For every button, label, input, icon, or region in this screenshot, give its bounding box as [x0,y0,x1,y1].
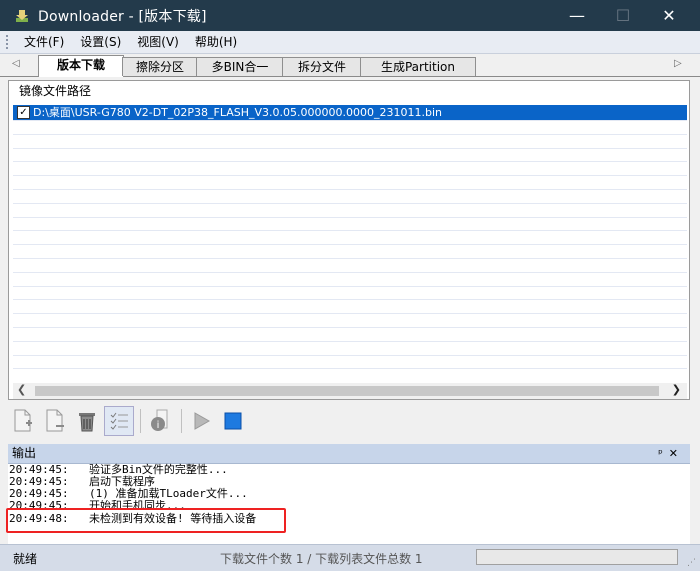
maximize-button[interactable]: ☐ [600,0,646,31]
status-file-count: 下载文件个数 1 / 下载列表文件总数 1 [220,552,423,566]
scroll-right-icon[interactable]: ❯ [672,383,681,396]
output-header: 输出 ᵖ✕ [8,444,690,464]
tab-scroll-left-icon[interactable]: ◁ [12,58,20,69]
empty-row [13,121,687,135]
start-icon [194,412,211,430]
status-progress-bar [476,549,678,565]
empty-row [13,176,687,190]
output-close-icon[interactable]: ✕ [669,447,684,460]
maximize-icon: ☐ [615,6,631,25]
menu-file[interactable]: 文件(F) [16,31,72,53]
empty-row [13,273,687,287]
status-ready: 就绪 [13,552,38,566]
empty-row [13,300,687,315]
close-icon: ✕ [662,6,676,25]
svg-text:i: i [157,420,160,431]
toolbar: i [8,403,690,439]
highlight-annotation-box [6,508,286,533]
add-file-icon [14,409,32,432]
file-row[interactable]: ✓ D:\桌面\USR-G780 V2-DT_02P38_FLASH_V3.0.… [13,105,687,121]
tab-scroll-right-icon[interactable]: ▷ [674,58,682,69]
log-line: 20:49:45: (1) 准备加载TLoader文件... [9,487,248,500]
empty-row [13,149,687,163]
delete-button[interactable] [72,406,102,436]
file-path: D:\桌面\USR-G780 V2-DT_02P38_FLASH_V3.0.05… [33,106,442,119]
empty-row [13,314,687,328]
file-list: ✓ D:\桌面\USR-G780 V2-DT_02P38_FLASH_V3.0.… [13,105,687,375]
close-button[interactable]: ✕ [646,0,692,31]
tab-erase-partition[interactable]: 擦除分区 [122,57,198,76]
minimize-icon: — [569,6,585,25]
scrollbar-thumb[interactable] [35,386,659,396]
horizontal-scrollbar[interactable]: ❮ ❯ [13,383,687,399]
output-title: 输出 [12,446,37,460]
empty-row [13,231,687,246]
empty-row [13,135,687,149]
file-list-panel: 镜像文件路径 ✓ D:\桌面\USR-G780 V2-DT_02P38_FLAS… [8,80,690,400]
start-button[interactable] [186,406,216,436]
app-download-icon [14,8,30,24]
minimize-button[interactable]: — [554,0,600,31]
checklist-button[interactable] [104,406,134,436]
empty-row [13,328,687,342]
add-file-button[interactable] [8,406,38,436]
empty-row [13,259,687,273]
title-bar: Downloader - [版本下载] — ☐ ✕ [0,0,700,31]
toolbar-separator [140,409,141,433]
status-bar: 就绪 下载文件个数 1 / 下载列表文件总数 1 ⋰ [0,544,700,571]
info-icon: i [151,409,168,431]
resize-grip-icon[interactable]: ⋰ [687,558,696,568]
info-button[interactable]: i [145,406,175,436]
empty-row [13,162,687,177]
toolbar-separator [181,409,182,433]
remove-file-icon [46,409,64,432]
checklist-icon [110,412,128,430]
trash-icon [79,413,95,432]
pin-icon[interactable]: ᵖ [658,447,669,460]
menu-bar: 文件(F) 设置(S) 视图(V) 帮助(H) [0,31,700,54]
tab-bar: ◁ 版本下载 擦除分区 多BIN合一 拆分文件 生成Partition ▷ [0,54,700,77]
empty-row [13,204,687,218]
empty-row [13,190,687,204]
empty-row [13,287,687,301]
empty-row [13,342,687,356]
empty-row [13,356,687,370]
empty-row [13,245,687,259]
tab-multi-bin[interactable]: 多BIN合一 [196,57,284,76]
menu-settings[interactable]: 设置(S) [72,31,129,53]
file-list-header: 镜像文件路径 [9,81,689,102]
tab-version-download[interactable]: 版本下载 [38,55,124,77]
window-title: Downloader - [版本下载] [38,8,207,25]
menu-help[interactable]: 帮助(H) [187,31,245,53]
tab-generate-partition[interactable]: 生成Partition [360,57,476,76]
stop-icon [224,412,242,430]
tab-split-file[interactable]: 拆分文件 [282,57,362,76]
remove-file-button[interactable] [40,406,70,436]
scroll-left-icon[interactable]: ❮ [17,383,26,396]
stop-button[interactable] [218,406,248,436]
empty-row [13,218,687,232]
file-checkbox[interactable]: ✓ [17,106,30,119]
menubar-grip [6,35,16,49]
menu-view[interactable]: 视图(V) [129,31,187,53]
